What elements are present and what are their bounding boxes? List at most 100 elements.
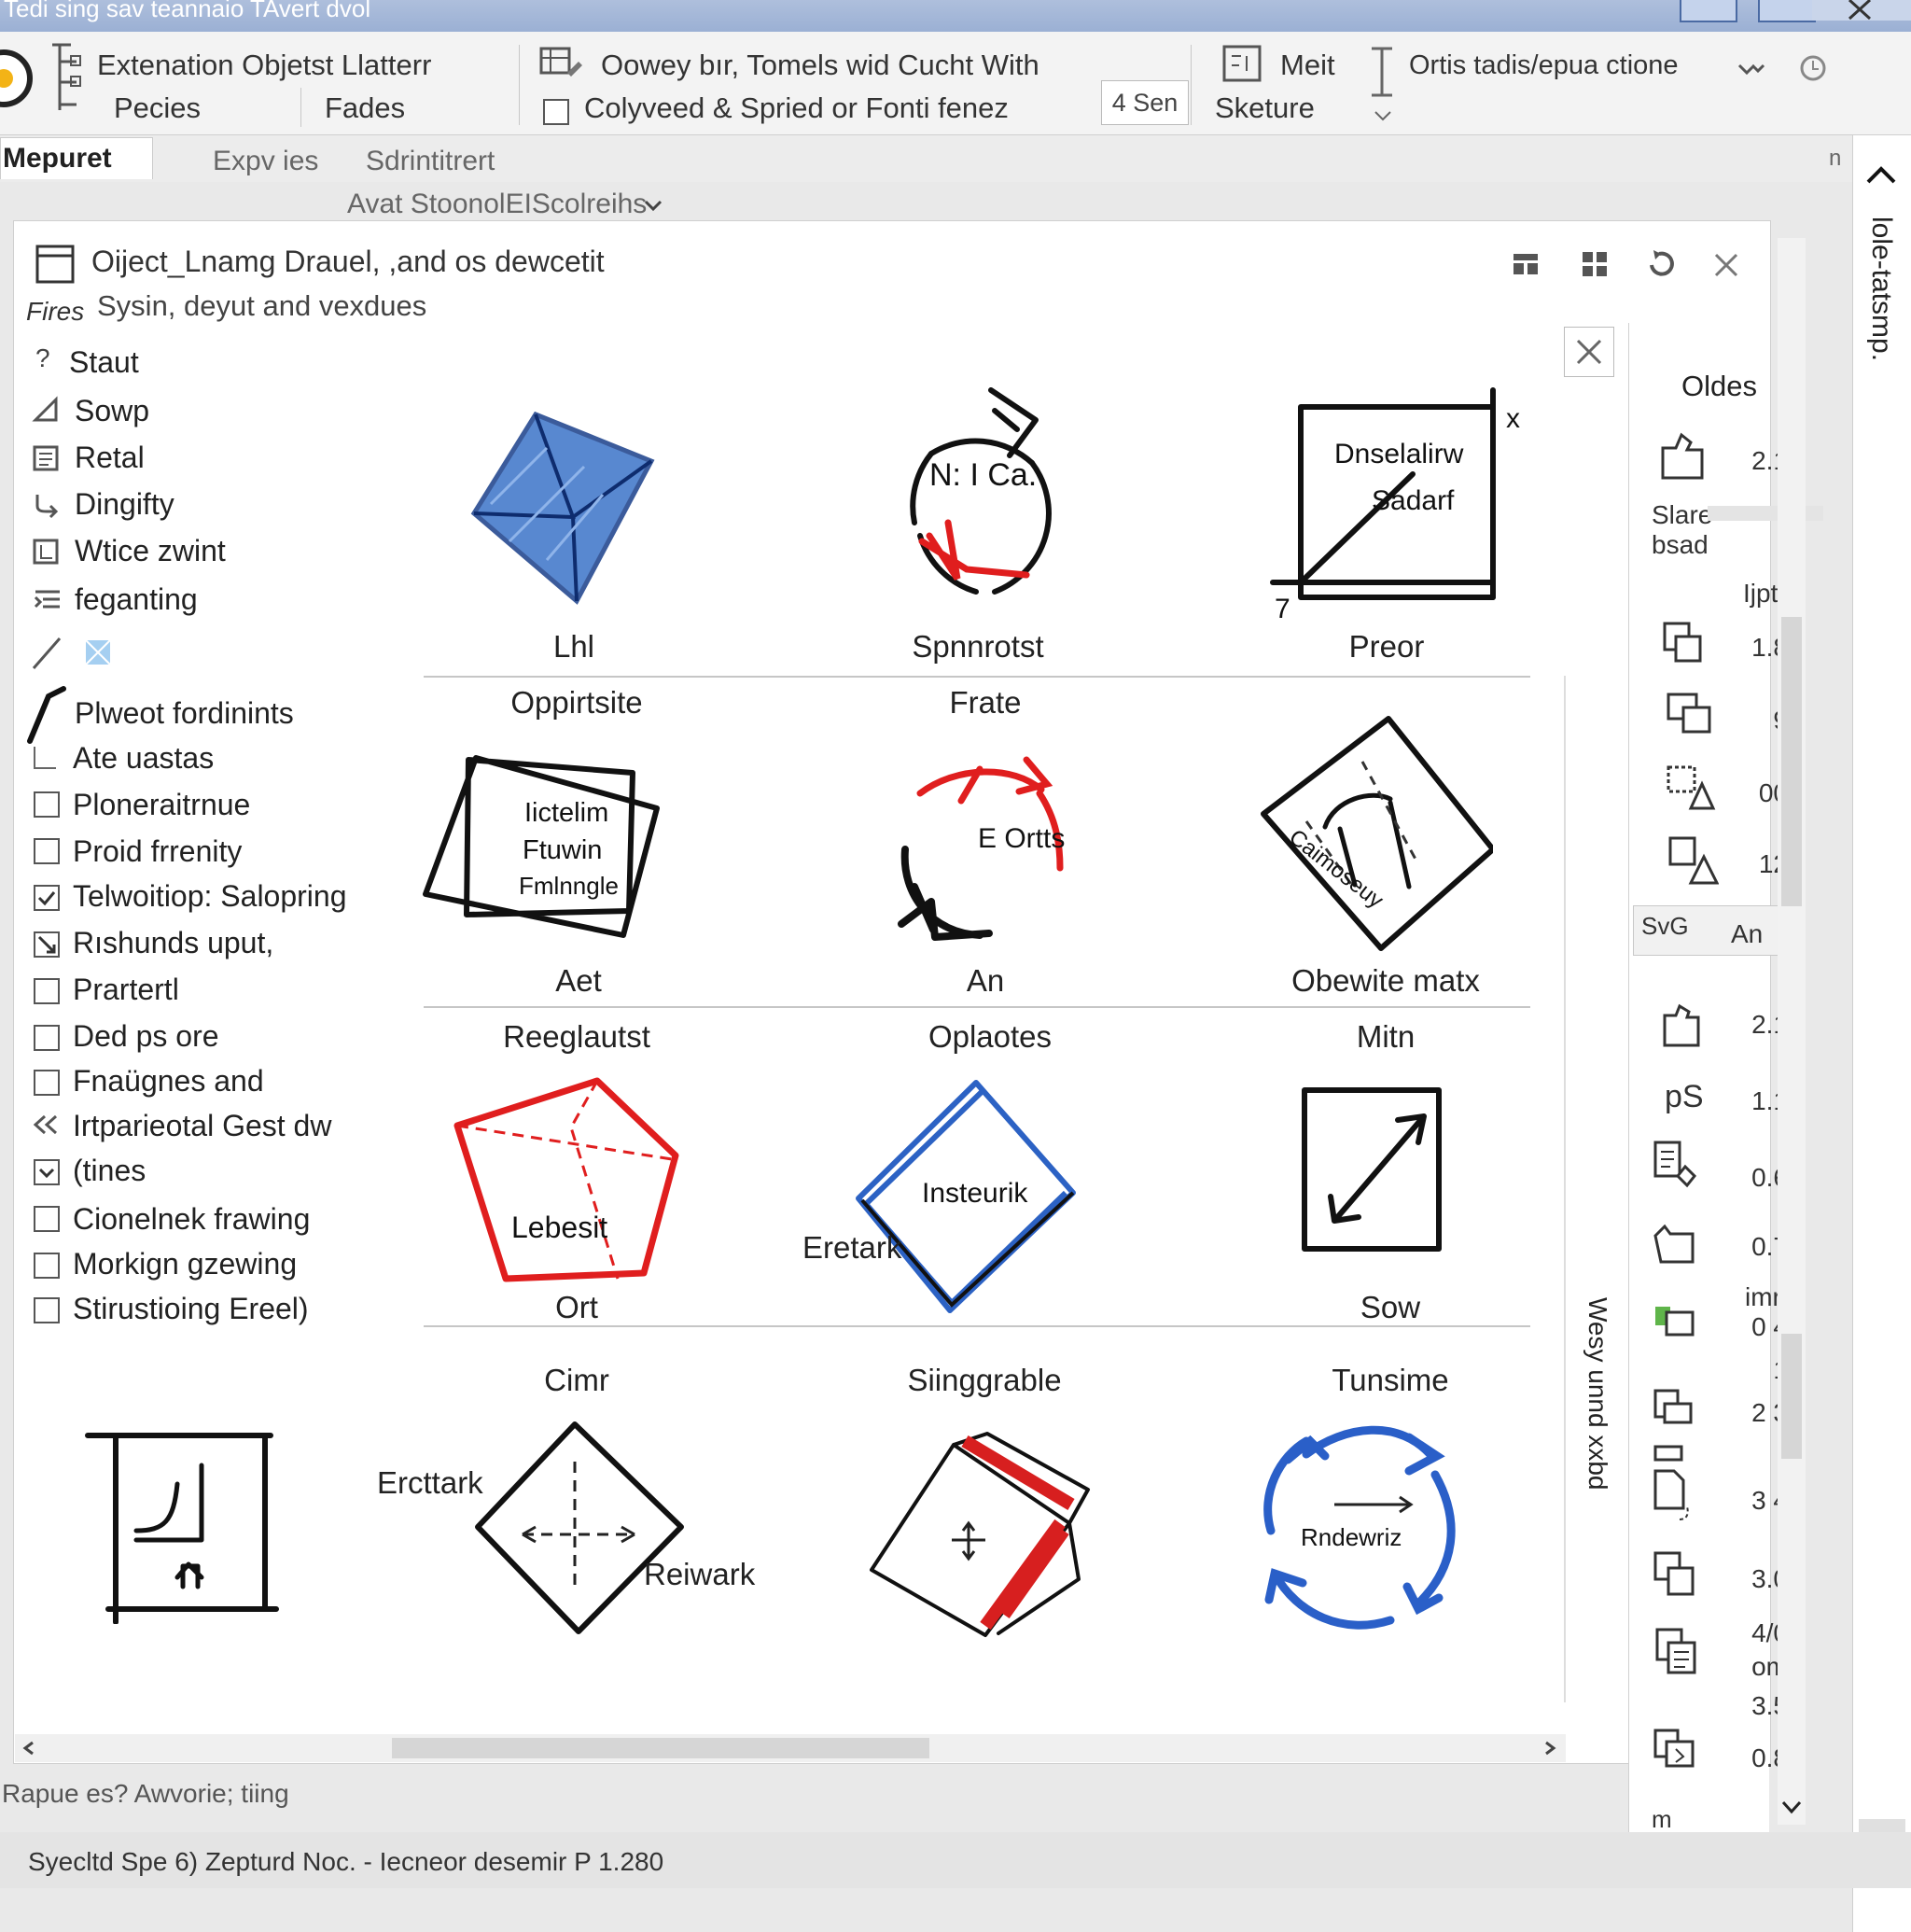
copy-icon[interactable] <box>1652 1387 1704 1434</box>
chevron-up-icon[interactable] <box>1862 163 1900 188</box>
list-item[interactable]: Irtparieotal Gest dw <box>73 1109 331 1143</box>
list-item[interactable]: Wtice zwint <box>75 534 226 568</box>
ribbon-group1-line2b[interactable]: Fades <box>325 91 405 125</box>
copy-icon[interactable] <box>1661 620 1708 666</box>
list-item[interactable]: Telwoitiop: Salopring <box>73 879 347 914</box>
line-tool-icon[interactable] <box>30 631 114 672</box>
checkbox[interactable] <box>34 978 60 1004</box>
maximize-button[interactable] <box>1758 0 1816 22</box>
ribbon-group4-line1[interactable]: Ortis tadis/epua ctione <box>1409 50 1679 81</box>
scrollbar-thumb[interactable] <box>392 1738 929 1758</box>
checkbox[interactable] <box>34 791 60 818</box>
list-item[interactable]: Staut <box>69 345 139 380</box>
scroll-down-icon[interactable] <box>1779 1799 1804 1817</box>
checkbox[interactable] <box>34 931 60 958</box>
scrollbar-thumb[interactable] <box>1781 617 1802 906</box>
list-item[interactable]: Cionelnek frawing <box>73 1202 310 1237</box>
arrow-cycle-shape[interactable]: E Ortts <box>886 747 1082 952</box>
blue-cycle-shape[interactable]: Rndewriz <box>1250 1400 1484 1652</box>
grid-view-icon[interactable] <box>1581 250 1609 278</box>
triangle-icon[interactable] <box>1665 763 1717 814</box>
list-item[interactable]: Stirustioing Ereel) <box>73 1292 309 1326</box>
document-icon[interactable] <box>1652 1727 1704 1773</box>
layout-icon[interactable] <box>1512 250 1540 278</box>
chevron-down-icon[interactable] <box>642 196 664 215</box>
document-icon[interactable] <box>1652 1139 1704 1197</box>
checkbox[interactable] <box>34 1297 60 1323</box>
close-window-button[interactable] <box>1812 0 1911 21</box>
checkbox[interactable] <box>34 1206 60 1232</box>
tab-mepuret[interactable]: Mepuret <box>0 137 153 179</box>
arrow-box-shape[interactable] <box>1288 1081 1461 1258</box>
puzzle-icon[interactable] <box>1657 999 1709 1051</box>
checkbox-checked[interactable] <box>34 1159 60 1185</box>
list-item[interactable]: Sowp <box>75 394 149 428</box>
list-item[interactable]: Rıshunds uput, <box>73 926 273 960</box>
checkbox[interactable] <box>34 838 60 864</box>
list-item[interactable]: Ate uastas <box>73 741 214 776</box>
puzzle-icon[interactable] <box>1657 429 1709 485</box>
ribbon-collapse-icon[interactable]: n <box>1829 146 1841 172</box>
list-item[interactable]: (tines <box>73 1154 146 1188</box>
list-item[interactable]: Prartertl <box>73 973 179 1007</box>
blue-diamond-shape[interactable]: Insteurik <box>806 1073 1114 1325</box>
list-item[interactable]: Dingifty <box>75 487 174 522</box>
clock-icon[interactable] <box>1797 52 1829 84</box>
rotated-box-shape[interactable]: Caimoseuy <box>1250 709 1493 961</box>
checkbox[interactable] <box>34 1253 60 1279</box>
frame-shape[interactable]: Iictelim Ftuwin Fmlnngle <box>420 737 663 961</box>
list-item[interactable]: Retal <box>75 441 145 475</box>
blue-cube-shape[interactable] <box>453 401 659 607</box>
square-graph-shape[interactable]: Dnselalirw Sadarf x 7 <box>1269 385 1530 627</box>
pentagon-shape[interactable]: Lebesit <box>448 1073 690 1288</box>
shape-icon[interactable] <box>1652 1219 1704 1271</box>
frame-text-1: Iictelim <box>524 798 608 828</box>
minimize-button[interactable] <box>1680 0 1737 22</box>
document-icon[interactable] <box>1653 1626 1706 1680</box>
ribbon-checkbox[interactable] <box>543 99 569 125</box>
ribbon-group2-line2[interactable]: Colyveed & Spried or Fonti fenez <box>584 91 1009 125</box>
scroll-right-icon[interactable] <box>1541 1740 1558 1757</box>
ribbon-group3-line1[interactable]: Meit <box>1280 49 1335 82</box>
list-item[interactable]: Ded ps ore <box>73 1019 219 1054</box>
list-item[interactable]: Ploneraitrnue <box>73 788 250 822</box>
triangle-icon[interactable] <box>1667 834 1719 887</box>
diamond-axes-shape[interactable] <box>467 1415 690 1639</box>
ribbon-group3-line2[interactable]: Sketure <box>1215 91 1315 125</box>
set-square-icon <box>32 396 58 422</box>
list-item[interactable]: Proid frrenity <box>73 834 242 869</box>
close-icon[interactable] <box>1713 252 1739 278</box>
page-icon[interactable] <box>1652 1443 1708 1533</box>
chevron-down-icon[interactable] <box>1736 60 1767 78</box>
spin-input[interactable]: 4 Sen <box>1101 80 1189 125</box>
copy-icon[interactable] <box>1652 1549 1704 1602</box>
ribbon-group1-line2[interactable]: Pecies <box>114 91 201 125</box>
square-text-x: x <box>1506 403 1520 434</box>
copy-icon[interactable] <box>1665 691 1717 737</box>
tab-expv-ies[interactable]: Expv ies <box>213 146 318 177</box>
list-item[interactable]: Morkign gzewing <box>73 1247 297 1281</box>
ribbon-group2-line1[interactable]: Oowey bır, Tomels wid Cucht With <box>601 49 1039 82</box>
vertical-scrollbar[interactable] <box>1778 238 1806 1825</box>
refresh-icon[interactable] <box>1646 248 1678 280</box>
list-item[interactable]: feganting <box>75 582 198 617</box>
ribbon-group1-line1[interactable]: Extenation Objetst Llatterr <box>97 49 431 82</box>
red-cube-shape[interactable] <box>868 1419 1092 1643</box>
spreadsheet-icon[interactable] <box>1652 1297 1704 1344</box>
svg-selector[interactable]: SvG An <box>1633 905 1784 956</box>
tab-sdrintitrert[interactable]: Sdrintitrert <box>366 146 495 177</box>
diamond-left-text: Ercttark <box>377 1465 483 1500</box>
list-item[interactable]: Plweot fordinints <box>75 696 294 731</box>
close-gallery-button[interactable] <box>1564 327 1614 377</box>
view-dropdown[interactable]: Avat StoonolEIScolreihs <box>347 189 647 220</box>
close-icon <box>1848 0 1872 21</box>
checkbox-checked[interactable] <box>34 885 60 911</box>
list-item[interactable]: Fnaügnes and <box>73 1064 264 1099</box>
prop-bar <box>1708 506 1823 521</box>
cycle-shape[interactable]: N: I Ca. <box>873 383 1081 625</box>
scroll-left-icon[interactable] <box>21 1740 37 1757</box>
horizontal-scrollbar[interactable] <box>15 1734 1566 1762</box>
checkbox[interactable] <box>34 1025 60 1051</box>
checkbox[interactable] <box>34 1070 60 1096</box>
chart-frame-shape[interactable] <box>80 1419 286 1624</box>
